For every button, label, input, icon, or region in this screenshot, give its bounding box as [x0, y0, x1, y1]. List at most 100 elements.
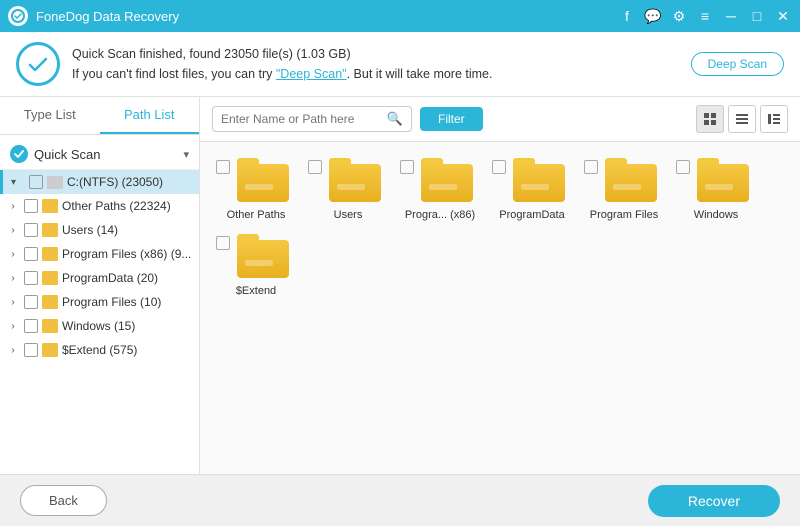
checkbox-5[interactable] [24, 319, 38, 333]
menu-icon[interactable]: ≡ [696, 8, 714, 24]
file-item-5[interactable]: Windows [676, 158, 756, 222]
folder-body-4 [605, 164, 657, 202]
sidebar-item-users[interactable]: › Users (14) [0, 218, 199, 242]
file-grid: Other Paths Users Progra... (x86) [200, 142, 800, 474]
scan-hint: If you can't find lost files, you can tr… [72, 64, 679, 84]
file-checkbox-4[interactable] [584, 160, 598, 174]
toolbar: 🔍 Filter [200, 97, 800, 142]
content-area: Type List Path List Quick Scan ▾ ▾ C [0, 97, 800, 474]
list-view-button[interactable] [728, 105, 756, 133]
sidebar-item-extend[interactable]: › $Extend (575) [0, 338, 199, 362]
checkbox-3[interactable] [24, 271, 38, 285]
folder-shine-2 [429, 184, 457, 190]
expand-arrow-2[interactable]: › [6, 247, 20, 261]
view-buttons [696, 105, 788, 133]
app-title: FoneDog Data Recovery [36, 9, 618, 24]
file-item-top-1 [308, 158, 388, 202]
drive-expand-arrow[interactable]: ▾ [11, 177, 25, 188]
file-label-4: Program Files [590, 208, 658, 222]
file-item-top-0 [216, 158, 296, 202]
deep-scan-button[interactable]: Deep Scan [691, 52, 784, 76]
main-panel: 🔍 Filter [200, 97, 800, 474]
facebook-icon[interactable]: f [618, 8, 636, 24]
file-checkbox-6[interactable] [216, 236, 230, 250]
checkbox-2[interactable] [24, 247, 38, 261]
sidebar-item-programdata[interactable]: › ProgramData (20) [0, 266, 199, 290]
expand-arrow-5[interactable]: › [6, 319, 20, 333]
checkbox-0[interactable] [24, 199, 38, 213]
checkbox-6[interactable] [24, 343, 38, 357]
file-item-3[interactable]: ProgramData [492, 158, 572, 222]
scan-complete-icon [16, 42, 60, 86]
settings-icon[interactable]: ⚙ [670, 8, 688, 25]
title-bar-icons: f 💬 ⚙ ≡ ─ □ ✕ [618, 8, 792, 25]
file-item-4[interactable]: Program Files [584, 158, 664, 222]
grid-view-button[interactable] [696, 105, 724, 133]
scan-status: Quick Scan finished, found 23050 file(s)… [72, 44, 679, 64]
file-item-top-3 [492, 158, 572, 202]
folder-big-5 [697, 158, 749, 202]
search-icon: 🔍 [387, 111, 403, 127]
checkbox-1[interactable] [24, 223, 38, 237]
back-button[interactable]: Back [20, 485, 107, 516]
file-item-2[interactable]: Progra... (x86) [400, 158, 480, 222]
folder-shine-3 [521, 184, 549, 190]
sidebar-item-program-files[interactable]: › Program Files (10) [0, 290, 199, 314]
file-item-6[interactable]: $Extend [216, 234, 296, 298]
minimize-icon[interactable]: ─ [722, 8, 740, 24]
folder-icon-5 [42, 319, 58, 333]
app-logo [8, 6, 28, 26]
deep-scan-link[interactable]: "Deep Scan" [276, 67, 347, 81]
file-checkbox-3[interactable] [492, 160, 506, 174]
detail-view-button[interactable] [760, 105, 788, 133]
quick-scan-check-icon [10, 145, 28, 163]
file-label-5: Windows [694, 208, 739, 222]
expand-arrow-4[interactable]: › [6, 295, 20, 309]
title-bar: FoneDog Data Recovery f 💬 ⚙ ≡ ─ □ ✕ [0, 0, 800, 32]
quick-scan-row[interactable]: Quick Scan ▾ [0, 139, 199, 170]
file-item-0[interactable]: Other Paths [216, 158, 296, 222]
file-label-6: $Extend [236, 284, 276, 298]
search-input[interactable] [221, 112, 383, 126]
file-item-top-2 [400, 158, 480, 202]
expand-arrow-1[interactable]: › [6, 223, 20, 237]
expand-arrow-3[interactable]: › [6, 271, 20, 285]
folder-shine-1 [337, 184, 365, 190]
maximize-icon[interactable]: □ [748, 8, 766, 24]
expand-arrow-6[interactable]: › [6, 343, 20, 357]
recover-button[interactable]: Recover [648, 485, 780, 517]
folder-icon-1 [42, 223, 58, 237]
search-box: 🔍 [212, 106, 412, 132]
file-item-top-4 [584, 158, 664, 202]
sidebar: Type List Path List Quick Scan ▾ ▾ C [0, 97, 200, 474]
file-label-1: Users [334, 208, 363, 222]
main-container: Quick Scan finished, found 23050 file(s)… [0, 32, 800, 526]
file-checkbox-0[interactable] [216, 160, 230, 174]
chat-icon[interactable]: 💬 [644, 8, 662, 25]
drive-checkbox[interactable] [29, 175, 43, 189]
tab-type-list[interactable]: Type List [0, 97, 100, 134]
sidebar-item-program-files-x86[interactable]: › Program Files (x86) (9... [0, 242, 199, 266]
file-checkbox-2[interactable] [400, 160, 414, 174]
folder-icon-0 [42, 199, 58, 213]
checkbox-4[interactable] [24, 295, 38, 309]
folder-big-1 [329, 158, 381, 202]
file-checkbox-5[interactable] [676, 160, 690, 174]
bottom-bar: Back Recover [0, 474, 800, 526]
tab-path-list[interactable]: Path List [100, 97, 200, 134]
file-item-1[interactable]: Users [308, 158, 388, 222]
folder-body-1 [329, 164, 381, 202]
folder-big-0 [237, 158, 289, 202]
sidebar-item-other-paths[interactable]: › Other Paths (22324) [0, 194, 199, 218]
sidebar-item-windows[interactable]: › Windows (15) [0, 314, 199, 338]
folder-body-3 [513, 164, 565, 202]
close-icon[interactable]: ✕ [774, 8, 792, 25]
notification-bar: Quick Scan finished, found 23050 file(s)… [0, 32, 800, 97]
file-checkbox-1[interactable] [308, 160, 322, 174]
drive-row[interactable]: ▾ C:(NTFS) (23050) [0, 170, 199, 194]
expand-arrow-0[interactable]: › [6, 199, 20, 213]
folder-big-6 [237, 234, 289, 278]
filter-button[interactable]: Filter [420, 107, 483, 131]
sidebar-tabs: Type List Path List [0, 97, 199, 135]
drive-folder-icon [47, 176, 63, 189]
